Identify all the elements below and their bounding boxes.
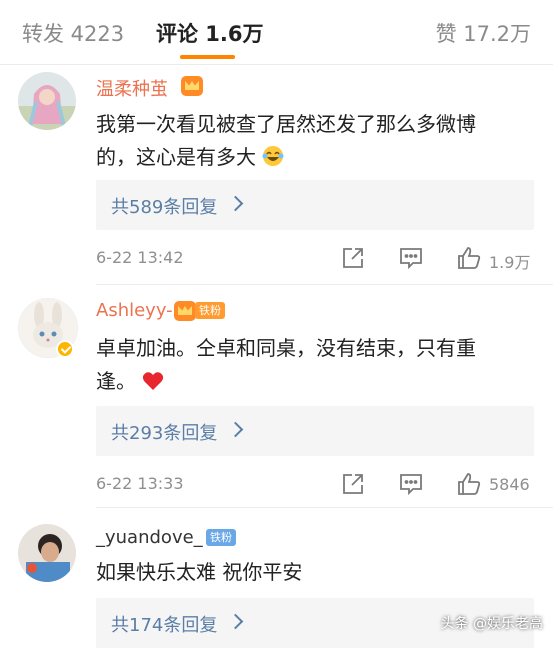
laughing-emoji-icon (262, 144, 284, 177)
username[interactable]: 温柔种茧 (96, 75, 168, 101)
comment-text-line: 逢。 (96, 369, 136, 393)
like-count: 1.9万 (489, 253, 531, 272)
reply-icon[interactable] (398, 245, 424, 271)
comment-item: 温柔种茧 我第一次看见被查了居然还发了那么多微博 的，这心是有多大 共589条回… (0, 64, 553, 284)
tab-comments[interactable]: 评论 1.6万 (156, 18, 264, 48)
reply-icon[interactable] (398, 471, 424, 497)
comment-tabs: 转发 4223 评论 1.6万 赞 17.2万 (0, 0, 553, 65)
thumbs-up-icon[interactable] (456, 245, 482, 271)
avatar[interactable] (18, 524, 76, 582)
comment-text-line: 的，这心是有多大 (96, 145, 256, 169)
comment-text: 如果快乐太难 祝你平安 (96, 560, 303, 584)
comment-timestamp: 6-22 13:42 (96, 248, 184, 267)
share-icon[interactable] (340, 245, 366, 271)
chevron-right-icon (227, 421, 244, 438)
active-tab-indicator (180, 55, 235, 59)
crown-badge-icon (181, 76, 203, 96)
heart-emoji-icon (142, 368, 164, 401)
verified-badge-icon (56, 340, 74, 358)
crown-badge-icon (174, 301, 196, 321)
comment-text-line: 我第一次看见被查了居然还发了那么多微博 (96, 112, 476, 136)
fan-badge: 铁粉 (195, 302, 225, 319)
watermark: 头条 @娱乐老高 (440, 616, 543, 632)
chevron-right-icon (227, 613, 244, 630)
like-count: 5846 (489, 475, 530, 494)
comment-text-line: 卓卓加油。仝卓和同桌，没有结束，只有重 (96, 336, 476, 360)
replies-count-label: 共293条回复 (111, 423, 218, 444)
view-replies-button[interactable]: 共293条回复 (96, 406, 534, 456)
comment-text: 卓卓加油。仝卓和同桌，没有结束，只有重 逢。 (96, 332, 536, 401)
comment-text: 我第一次看见被查了居然还发了那么多微博 的，这心是有多大 (96, 108, 536, 177)
comment-timestamp: 6-22 13:33 (96, 474, 184, 493)
avatar[interactable] (18, 72, 76, 130)
username[interactable]: _yuandove_ (96, 527, 203, 548)
comment-item: Ashleyy- 铁粉 卓卓加油。仝卓和同桌，没有结束，只有重 逢。 共293条… (0, 285, 553, 507)
thumbs-up-icon[interactable] (456, 471, 482, 497)
tab-reposts[interactable]: 转发 4223 (22, 18, 124, 48)
chevron-right-icon (227, 195, 244, 212)
fan-badge: 铁粉 (206, 529, 236, 546)
view-replies-button[interactable]: 共589条回复 (96, 180, 534, 230)
replies-count-label: 共589条回复 (111, 197, 218, 218)
share-icon[interactable] (340, 471, 366, 497)
replies-count-label: 共174条回复 (111, 615, 218, 636)
username[interactable]: Ashleyy- (96, 300, 173, 321)
tab-likes[interactable]: 赞 17.2万 (436, 18, 531, 48)
